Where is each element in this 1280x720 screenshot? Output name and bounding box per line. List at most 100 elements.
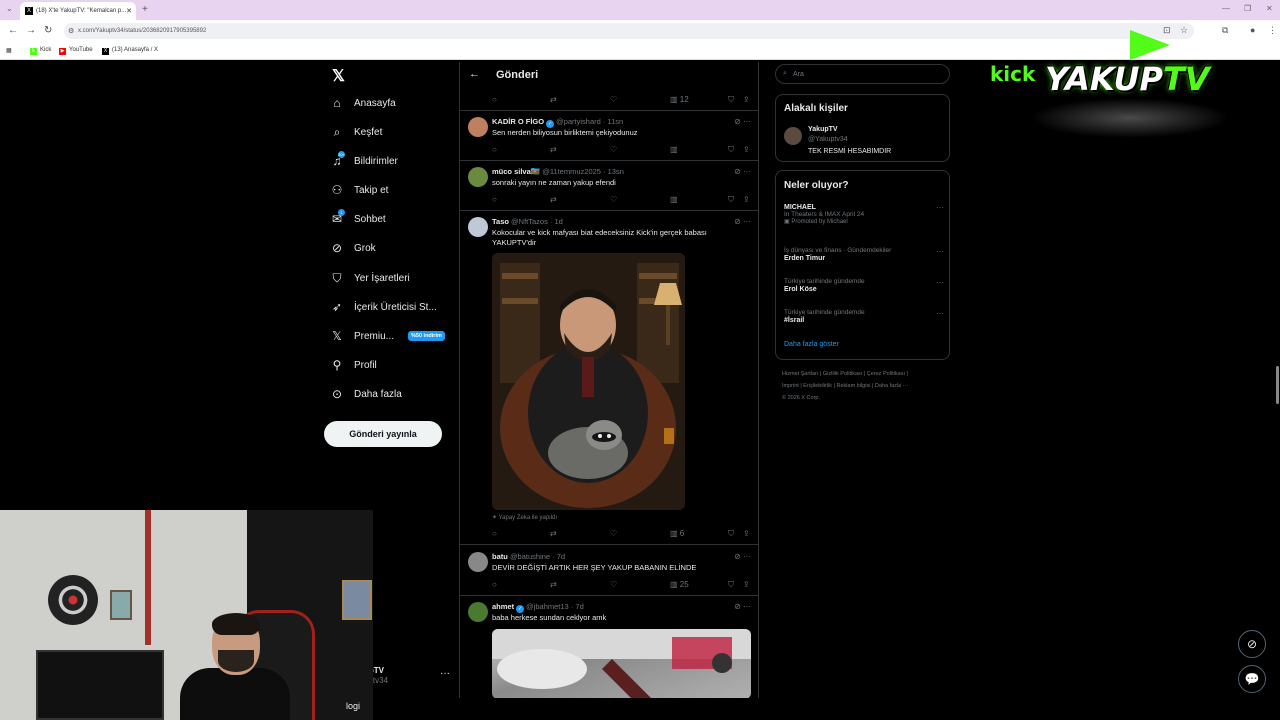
- like-icon[interactable]: ♡: [610, 145, 617, 154]
- tweet-author[interactable]: batu @batushine · 7d: [492, 552, 565, 561]
- tweet-author[interactable]: müco silva🇦🇿 @11temmuz2025 · 13sn: [492, 167, 624, 176]
- post-button[interactable]: Gönderi yayınla: [324, 421, 442, 447]
- sidebar-item-grok[interactable]: ⊘ Grok: [330, 239, 458, 261]
- avatar[interactable]: [468, 217, 488, 237]
- footer-line[interactable]: Hizmet Şartları | Gizlilik Politikası | …: [782, 368, 952, 380]
- trend-item[interactable]: MICHAEL In Theaters & IMAX April 24 ▣ Pr…: [784, 203, 944, 225]
- share-icon[interactable]: ⇪: [743, 95, 750, 104]
- relevant-person-name[interactable]: YakupTV: [808, 126, 838, 133]
- reply-icon[interactable]: ○: [492, 529, 497, 538]
- account-more-icon[interactable]: ···: [440, 668, 450, 679]
- sidebar-item-follow[interactable]: ⚇ Takip et: [330, 181, 458, 203]
- tweet-item[interactable]: ahmet ✓ @jbahmet13 · 7d ⊘ ··· baba herkese…: [460, 596, 758, 698]
- apps-icon[interactable]: ▦: [6, 47, 12, 54]
- more-icon[interactable]: ···: [743, 602, 751, 611]
- avatar[interactable]: [468, 167, 488, 187]
- sidebar-item-chat[interactable]: ✉ 1 Sohbet: [330, 209, 458, 232]
- retweet-icon[interactable]: ⇄: [550, 145, 557, 154]
- sidebar-item-creator-studio[interactable]: ➶ İçerik Üreticisi St...: [330, 298, 458, 320]
- share-icon[interactable]: ⇪: [743, 145, 750, 154]
- tweet-video[interactable]: [492, 629, 751, 698]
- reply-icon[interactable]: ○: [492, 95, 497, 104]
- retweet-icon[interactable]: ⇄: [550, 580, 557, 589]
- reload-icon[interactable]: ↻: [44, 25, 52, 36]
- more-icon[interactable]: ···: [936, 247, 944, 256]
- bookmark-icon[interactable]: ⛉: [728, 195, 734, 205]
- x-logo-icon[interactable]: 𝕏: [332, 66, 345, 86]
- tweet-menu[interactable]: ⊘ ···: [734, 602, 751, 611]
- grok-icon[interactable]: ⊘: [734, 552, 741, 561]
- tweet-menu[interactable]: ⊘ ···: [734, 167, 751, 176]
- tweet-menu[interactable]: ⊘ ···: [734, 117, 751, 126]
- like-icon[interactable]: ♡: [610, 529, 617, 538]
- sidebar-item-home[interactable]: ⌂ Anasayfa: [330, 94, 458, 116]
- trend-item[interactable]: Türkiye tarihinde gündemde #İsrail ···: [784, 309, 944, 324]
- like-icon[interactable]: ♡: [610, 580, 617, 589]
- grok-icon[interactable]: ⊘: [734, 602, 741, 611]
- avatar[interactable]: [468, 602, 488, 622]
- tab-close-icon[interactable]: ✕: [126, 7, 132, 15]
- messages-fab-button[interactable]: 💬: [1238, 665, 1266, 693]
- tweet-author[interactable]: ahmet ✓ @jbahmet13 · 7d: [492, 602, 584, 613]
- share-icon[interactable]: ⇪: [743, 195, 750, 204]
- tweet-author[interactable]: Taso @NftTazos · 1d: [492, 217, 563, 226]
- bookmark-icon[interactable]: ⛉: [728, 95, 734, 105]
- more-icon[interactable]: ···: [743, 552, 751, 561]
- tweet-menu[interactable]: ⊘ ···: [734, 552, 751, 561]
- bookmark-icon[interactable]: ⛉: [728, 145, 734, 155]
- bookmark-x-home[interactable]: X (13) Anasayfa / X: [102, 47, 158, 55]
- browser-tab[interactable]: X (18) X'te YakupTV: "Kemalcan p... ✕: [20, 2, 136, 20]
- back-arrow-icon[interactable]: ←: [469, 68, 480, 80]
- tab-search-icon[interactable]: ⌄: [6, 4, 13, 13]
- bookmark-youtube[interactable]: ▶ YouTube: [59, 47, 93, 55]
- sidebar-item-more[interactable]: ⊙ Daha fazla: [330, 385, 458, 407]
- show-more-link[interactable]: Daha fazla göster: [784, 341, 839, 348]
- like-icon[interactable]: ♡: [610, 95, 617, 104]
- more-icon[interactable]: ···: [936, 278, 944, 287]
- bookmark-icon[interactable]: ⛉: [728, 529, 734, 539]
- back-icon[interactable]: ←: [8, 25, 18, 36]
- sidebar-item-bookmarks[interactable]: ⛉ Yer İşaretleri: [330, 269, 458, 291]
- grok-fab-button[interactable]: ⊘: [1238, 630, 1266, 658]
- grok-icon[interactable]: ⊘: [734, 217, 741, 226]
- more-icon[interactable]: ···: [743, 217, 751, 226]
- bookmark-kick[interactable]: k Kick: [30, 47, 51, 55]
- retweet-icon[interactable]: ⇄: [550, 95, 557, 104]
- sidebar-item-explore[interactable]: ⌕ Keşfet: [330, 123, 458, 145]
- reply-icon[interactable]: ○: [492, 580, 497, 589]
- maximize-icon[interactable]: ❐: [1244, 4, 1251, 13]
- views-icon[interactable]: ▥ 12: [670, 95, 689, 104]
- tweet-image[interactable]: [492, 253, 685, 510]
- page-scrollbar[interactable]: [1276, 366, 1279, 404]
- like-icon[interactable]: ♡: [610, 195, 617, 204]
- site-info-icon[interactable]: ⚙: [68, 27, 74, 35]
- avatar[interactable]: [468, 117, 488, 137]
- tweet-menu[interactable]: ⊘ ···: [734, 217, 751, 226]
- more-icon[interactable]: ···: [743, 167, 751, 176]
- retweet-icon[interactable]: ⇄: [550, 195, 557, 204]
- profile-avatar-icon[interactable]: ●: [1250, 25, 1255, 35]
- new-tab-icon[interactable]: +: [142, 4, 148, 15]
- tweet-author[interactable]: KADİR O FİGO ✓ @partyishard · 11sn: [492, 117, 623, 128]
- footer-line[interactable]: Imprint | Erişilebilirlik | Reklam bilgi…: [782, 380, 952, 392]
- tweet-item[interactable]: Taso @NftTazos · 1d ⊘ ··· Kokocular ve k…: [460, 211, 758, 545]
- grok-icon[interactable]: ⊘: [734, 167, 741, 176]
- grok-icon[interactable]: ⊘: [734, 117, 741, 126]
- views-icon[interactable]: ▥: [670, 145, 678, 154]
- minimize-icon[interactable]: —: [1222, 4, 1230, 13]
- tweet-item[interactable]: müco silva🇦🇿 @11temmuz2025 · 13sn ⊘ ··· …: [460, 161, 758, 211]
- sidebar-item-premium[interactable]: 𝕏 Premiu... %50 indirim: [330, 327, 458, 349]
- retweet-icon[interactable]: ⇄: [550, 529, 557, 538]
- more-icon[interactable]: ···: [936, 309, 944, 318]
- reply-icon[interactable]: ○: [492, 195, 497, 204]
- sidebar-item-profile[interactable]: ⚲ Profil: [330, 356, 458, 378]
- bookmark-icon[interactable]: ⛉: [728, 580, 734, 590]
- search-input[interactable]: ⌕ Ara: [775, 64, 950, 84]
- more-icon[interactable]: ···: [743, 117, 751, 126]
- views-icon[interactable]: ▥: [670, 195, 678, 204]
- share-icon[interactable]: ⇪: [743, 580, 750, 589]
- trend-item[interactable]: İş dünyası ve finans · Gündemdekiler Erd…: [784, 247, 944, 262]
- forward-icon[interactable]: →: [26, 25, 36, 36]
- browser-menu-icon[interactable]: ⋮: [1268, 25, 1277, 36]
- tweet-item[interactable]: batu @batushine · 7d ⊘ ··· DEVİR DEĞİŞTİ…: [460, 546, 758, 596]
